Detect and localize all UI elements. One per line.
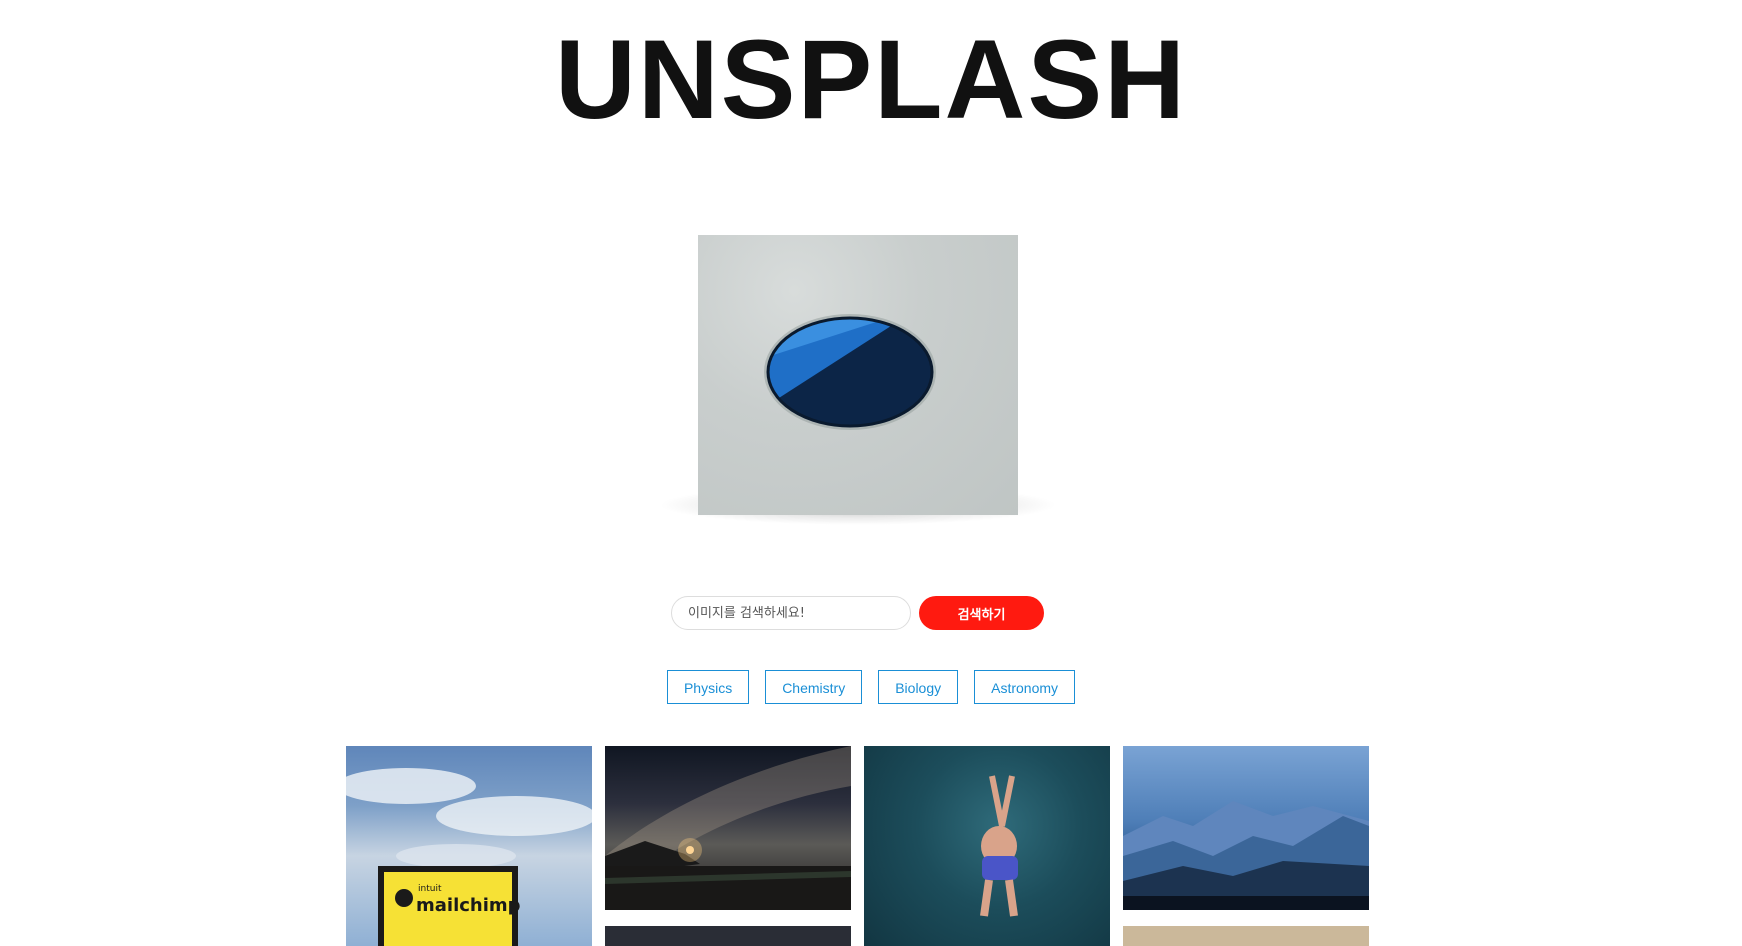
hero-image (698, 235, 1018, 515)
tag-astronomy[interactable]: Astronomy (974, 670, 1076, 704)
gallery-image-mountains[interactable] (1123, 746, 1369, 910)
diver-illustration (980, 775, 1018, 917)
gallery-image-mailchimp-sign[interactable]: intuit mailchimp (346, 746, 592, 946)
search-input[interactable] (671, 596, 911, 630)
milky-way-illustration (605, 746, 851, 910)
hero-image-container (658, 235, 1058, 525)
mailchimp-sign-illustration: intuit mailchimp (346, 768, 592, 946)
gallery-image-milky-way[interactable] (605, 746, 851, 910)
tag-physics[interactable]: Physics (666, 670, 750, 704)
hero-illustration (764, 314, 936, 430)
sign-text-small: intuit (418, 884, 442, 894)
gallery-image-partial[interactable] (605, 926, 851, 946)
image-gallery: intuit mailchimp (346, 746, 1376, 946)
tag-chemistry[interactable]: Chemistry (765, 670, 863, 704)
tag-biology[interactable]: Biology (878, 670, 959, 704)
gallery-image-partial[interactable] (1123, 926, 1369, 946)
app-title: UNSPLASH (554, 17, 1188, 142)
gallery-image-diver[interactable] (864, 746, 1110, 946)
search-button[interactable]: 검색하기 (919, 596, 1044, 630)
sign-text-large: mailchimp (416, 895, 521, 916)
category-tags: Physics Chemistry Biology Astronomy (0, 670, 1742, 704)
mountains-illustration (1123, 801, 1369, 910)
